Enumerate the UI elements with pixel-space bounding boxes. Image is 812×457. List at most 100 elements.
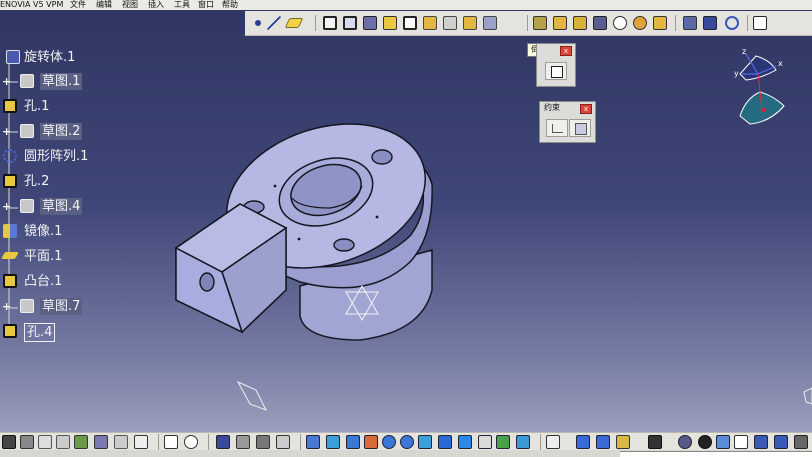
update-icon[interactable] xyxy=(678,435,692,449)
hole-tool-icon[interactable] xyxy=(383,16,397,30)
draft-tool-icon[interactable] xyxy=(463,16,477,30)
expand-icon[interactable]: + xyxy=(2,126,11,137)
normal-view-icon[interactable] xyxy=(418,435,432,449)
menu-file[interactable]: 文件 xyxy=(70,0,86,10)
bottom-toolbar xyxy=(0,432,812,451)
sketch-icon xyxy=(20,124,34,138)
edge-fillet-icon xyxy=(551,66,563,78)
status-bar xyxy=(0,450,812,457)
contact-constraint-button[interactable] xyxy=(569,119,591,137)
table-icon[interactable] xyxy=(216,435,230,449)
capture-icon[interactable] xyxy=(648,435,662,449)
line-icon[interactable] xyxy=(267,16,281,30)
edge-fillet-tool-icon[interactable] xyxy=(533,16,547,30)
measure-tool-icon[interactable] xyxy=(683,16,697,30)
command-input[interactable] xyxy=(620,451,812,457)
layer-icon[interactable] xyxy=(754,435,768,449)
scale-icon[interactable] xyxy=(734,435,748,449)
apply-material-icon[interactable] xyxy=(616,435,630,449)
expand-icon[interactable]: + xyxy=(2,201,11,212)
pad-tool-icon[interactable] xyxy=(343,16,357,30)
sketcher-icon[interactable] xyxy=(323,16,337,30)
plane-tool-icon[interactable] xyxy=(284,18,304,28)
compass-y-label: y xyxy=(734,69,739,78)
menu-tools[interactable]: 工具 xyxy=(174,0,190,10)
save-icon[interactable] xyxy=(2,435,16,449)
tools-icon[interactable] xyxy=(276,435,290,449)
hole-icon xyxy=(3,99,17,113)
compass-z-label: z xyxy=(742,47,746,56)
hide-show-icon[interactable] xyxy=(496,435,510,449)
snap-icon[interactable] xyxy=(546,435,560,449)
formula-icon[interactable] xyxy=(164,435,178,449)
expand-icon[interactable]: + xyxy=(2,76,11,87)
comment-icon[interactable] xyxy=(184,435,198,449)
close-icon[interactable]: x xyxy=(560,46,572,56)
menu-help[interactable]: 帮助 xyxy=(222,0,238,10)
fillet-tool-icon[interactable] xyxy=(423,16,437,30)
sketch-icon xyxy=(20,199,34,213)
sketch-icon xyxy=(20,74,34,88)
menu-view[interactable]: 视图 xyxy=(122,0,138,10)
menu-insert[interactable]: 插入 xyxy=(148,0,164,10)
manipulation-icon[interactable] xyxy=(698,435,712,449)
paste-icon[interactable] xyxy=(74,435,88,449)
circular-pattern-tool-icon[interactable] xyxy=(633,16,647,30)
fillet-toolbar: x xyxy=(536,43,576,87)
rotate-tool-icon[interactable] xyxy=(725,16,739,30)
library-icon[interactable] xyxy=(256,435,270,449)
zoom-in-icon[interactable] xyxy=(382,435,396,449)
pattern-tool-icon[interactable] xyxy=(613,16,627,30)
fit-all-icon[interactable] xyxy=(753,16,767,30)
fly-mode-icon[interactable] xyxy=(306,435,320,449)
variable-fillet-tool-icon[interactable] xyxy=(553,16,567,30)
isometric-view-icon[interactable] xyxy=(438,435,452,449)
catalog-icon[interactable] xyxy=(236,435,250,449)
constraint-toolbar: 约束 x xyxy=(539,101,596,143)
expand-icon[interactable]: + xyxy=(2,301,11,312)
rotate-view-icon[interactable] xyxy=(364,435,378,449)
app-title: ENOVIA V5 VPM xyxy=(0,0,64,9)
print-icon[interactable] xyxy=(20,435,34,449)
mirror-tool-icon[interactable] xyxy=(653,16,667,30)
fit-all-in-icon[interactable] xyxy=(326,435,340,449)
shell-tool-icon[interactable] xyxy=(483,16,497,30)
part-block-hole xyxy=(199,272,215,292)
measure-between-icon[interactable] xyxy=(596,435,610,449)
edge-fillet-button[interactable] xyxy=(545,62,567,80)
point-icon[interactable] xyxy=(255,20,261,26)
menu-edit[interactable]: 编辑 xyxy=(96,0,112,10)
menu-window[interactable]: 窗口 xyxy=(198,0,214,10)
contact-constraint-icon xyxy=(575,123,587,135)
top-toolbar xyxy=(245,11,812,36)
properties-icon[interactable] xyxy=(774,435,788,449)
part-flange-hole-1 xyxy=(371,149,393,165)
zoom-out-icon[interactable] xyxy=(400,435,414,449)
analysis-tool-icon[interactable] xyxy=(703,16,717,30)
compass-icon[interactable]: z x y xyxy=(728,44,788,130)
chamfer-tool-icon[interactable] xyxy=(443,16,457,30)
shaft-tool-icon[interactable] xyxy=(363,16,377,30)
pan-icon[interactable] xyxy=(346,435,360,449)
more-tools-icon[interactable] xyxy=(794,435,808,449)
compass-reset-icon[interactable] xyxy=(716,435,730,449)
pad-icon xyxy=(3,274,17,288)
constraint-manager-icon[interactable] xyxy=(576,435,590,449)
undo-icon[interactable] xyxy=(94,435,108,449)
cut-icon[interactable] xyxy=(38,435,52,449)
shading-icon[interactable] xyxy=(478,435,492,449)
constraint-button[interactable] xyxy=(546,119,568,137)
constraint-icon xyxy=(552,124,563,133)
help-icon[interactable] xyxy=(134,435,148,449)
view-mode-icon[interactable] xyxy=(458,435,472,449)
hole-icon xyxy=(3,324,17,338)
mirror-icon xyxy=(3,224,17,238)
swap-visible-space-icon[interactable] xyxy=(516,435,530,449)
face-fillet-tool-icon[interactable] xyxy=(573,16,587,30)
redo-icon[interactable] xyxy=(114,435,128,449)
close-icon[interactable]: x xyxy=(580,104,592,114)
rib-tool-icon[interactable] xyxy=(403,16,417,30)
copy-icon[interactable] xyxy=(56,435,70,449)
circular-pattern-icon xyxy=(3,149,17,163)
tritangent-fillet-tool-icon[interactable] xyxy=(593,16,607,30)
